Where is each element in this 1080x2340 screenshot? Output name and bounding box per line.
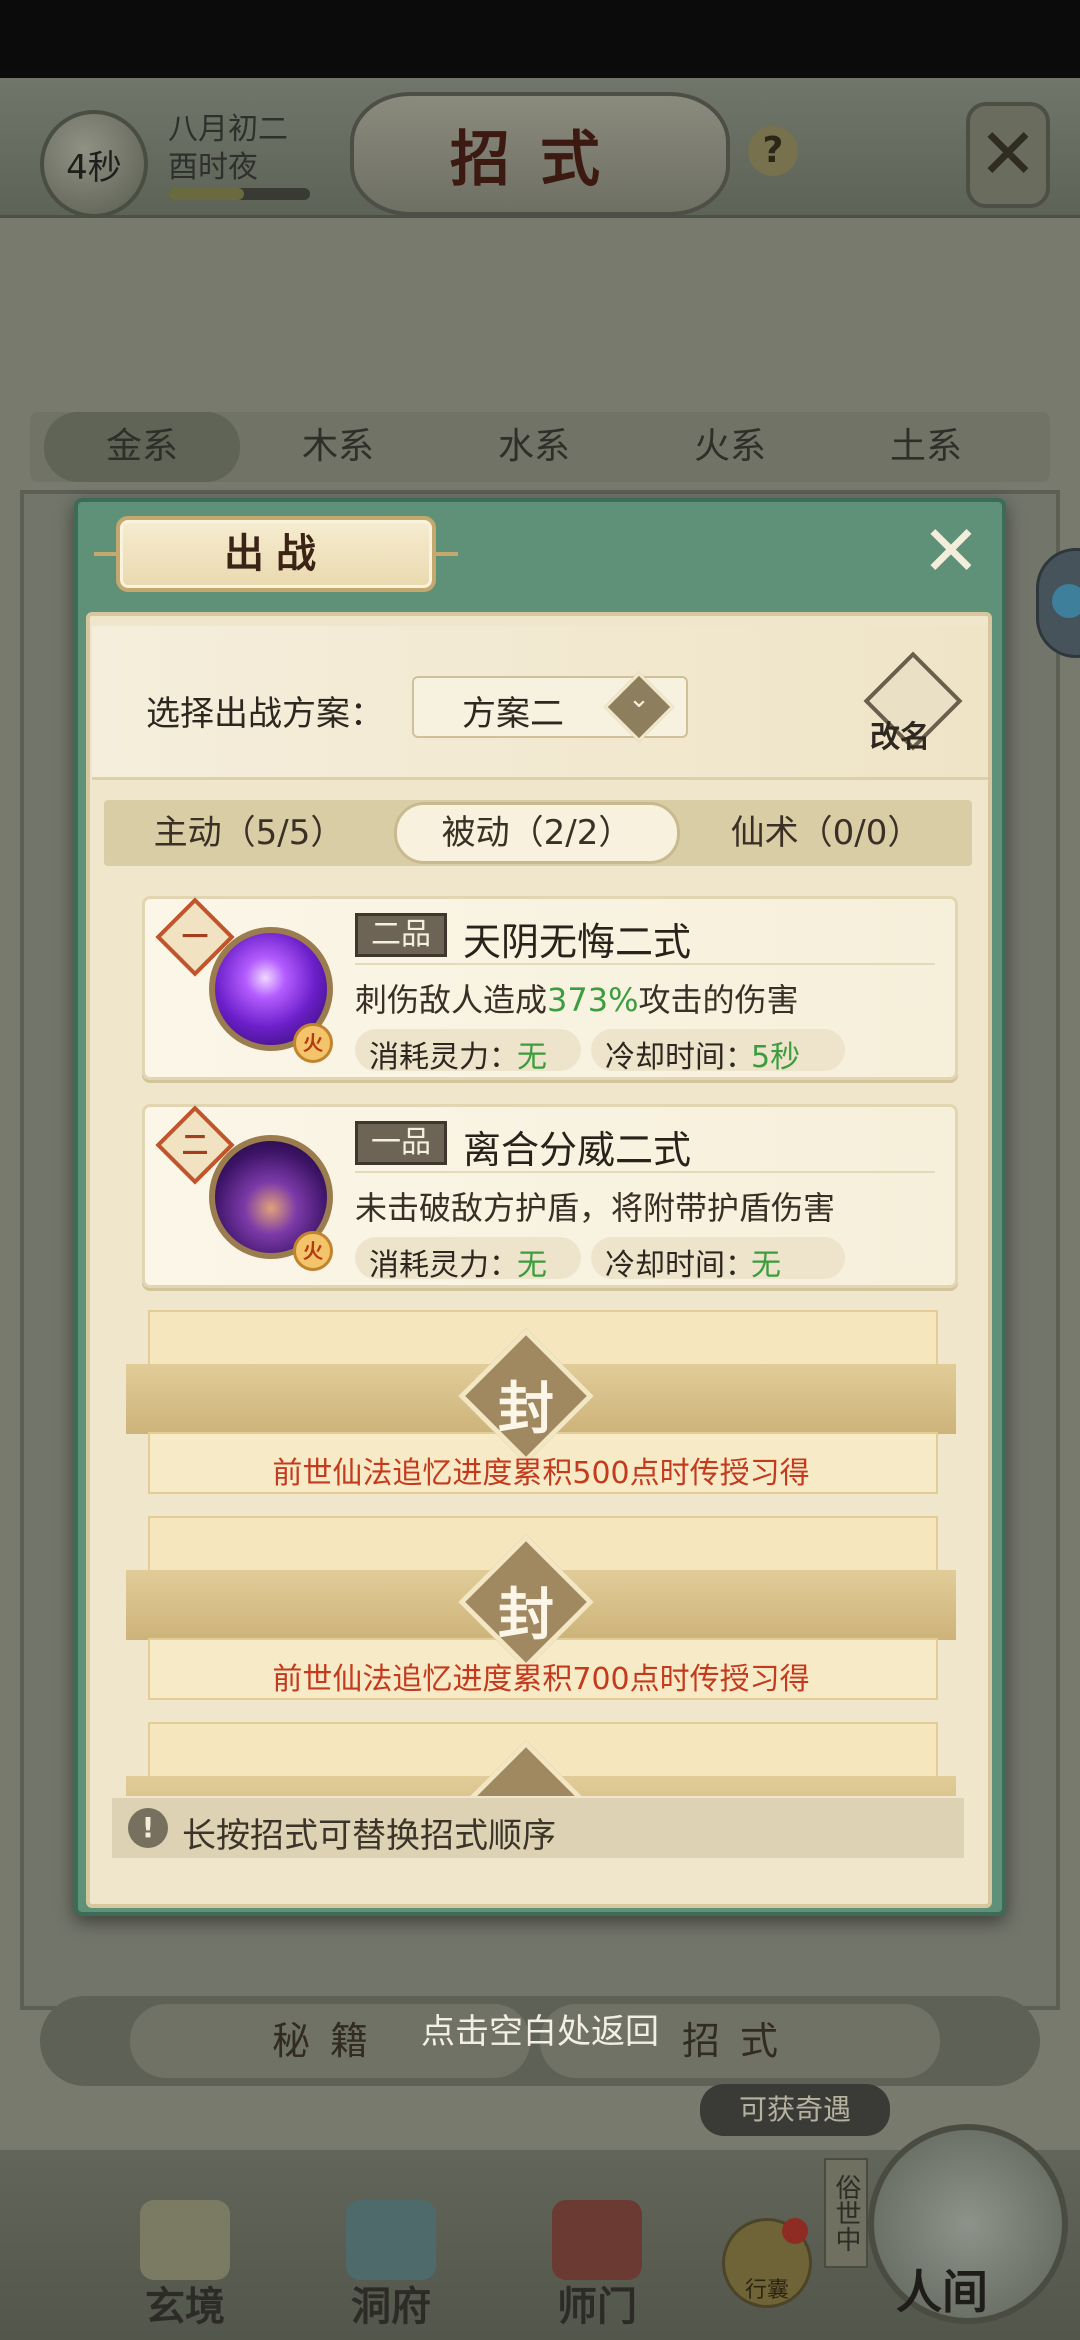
nav-label: 洞府: [351, 2283, 431, 2330]
chevron-down-icon: ⌄: [628, 684, 650, 714]
nav-realm[interactable]: 玄境: [110, 2200, 260, 2330]
bird-icon: [1052, 584, 1080, 618]
banner-icon: [552, 2200, 642, 2280]
tab-passive-skills[interactable]: 被动（2/2）: [394, 800, 680, 866]
desc-highlight: 373%: [547, 981, 639, 1019]
tab-earth[interactable]: 土系: [828, 412, 1024, 482]
nav-label: 师门: [557, 2283, 637, 2330]
cost-label: 消耗灵力：: [369, 1040, 519, 1075]
tab-metal[interactable]: 金系: [44, 412, 240, 482]
skill-name: 天阴无悔二式: [463, 920, 692, 964]
grade-badge: 一品: [355, 1121, 447, 1165]
unlock-condition: 前世仙法追忆进度累积500点时传授习得: [272, 1456, 810, 1491]
desc-text: 攻击的伤害: [638, 981, 799, 1019]
tab-active-skills[interactable]: 主动（5/5）: [104, 800, 394, 866]
tap-to-return-hint: 点击空白处返回: [421, 2012, 659, 2052]
skill-card[interactable]: 一 火 二品 天阴无悔二式 刺伤敌人造成373%攻击的伤害 消耗灵力： 无 冷却…: [142, 896, 958, 1080]
locked-slot: 封 前世仙法追忆进度累积500点时传授习得: [126, 1310, 956, 1496]
unlock-condition: 前世仙法追忆进度累积700点时传授习得: [272, 1662, 810, 1697]
nav-cave[interactable]: 洞府: [316, 2200, 466, 2330]
help-icon[interactable]: ?: [748, 126, 798, 176]
world-status-label: 俗世中: [824, 2158, 868, 2268]
adventure-tag[interactable]: 可获奇遇: [700, 2084, 890, 2136]
tip-text: 长按招式可替换招式顺序: [182, 1816, 556, 1856]
tab-fire[interactable]: 火系: [632, 412, 828, 482]
seal-label: 封: [498, 1582, 554, 1648]
fire-element-icon: 火: [293, 1023, 333, 1063]
cooldown-label: 冷却时间：: [605, 1248, 755, 1283]
plan-label: 选择出战方案：: [146, 694, 384, 734]
skill-slot-list[interactable]: 一 火 二品 天阴无悔二式 刺伤敌人造成373%攻击的伤害 消耗灵力： 无 冷却…: [112, 880, 964, 1796]
desc-text: 未击破敌方护盾，将附带护盾伤害: [355, 1189, 836, 1227]
world-label: 人间: [896, 2265, 988, 2319]
rename-button[interactable]: 改名: [870, 712, 930, 756]
tab-immortal-arts[interactable]: 仙术（0/0）: [680, 800, 972, 866]
nav-sect[interactable]: 师门: [522, 2200, 672, 2330]
slot-rank: 二: [181, 1131, 208, 1161]
cooldown-label: 冷却时间：: [605, 1040, 755, 1075]
cost-label: 消耗灵力：: [369, 1248, 519, 1283]
fire-element-icon: 火: [293, 1231, 333, 1271]
seal-label: 封: [498, 1376, 554, 1442]
notification-dot: [782, 2218, 808, 2244]
nav-label: 玄境: [145, 2283, 225, 2330]
pavilion-icon: [346, 2200, 436, 2280]
divider: [355, 1171, 935, 1173]
dialog-title: 出战: [116, 516, 436, 592]
plan-select-value: 方案二: [462, 694, 564, 734]
skill-description: 未击破敌方护盾，将附带护盾伤害: [355, 1183, 835, 1229]
page-close-button[interactable]: ✕: [966, 102, 1050, 208]
page-title: 招式: [350, 92, 730, 216]
cost-value: 无: [517, 1040, 547, 1075]
info-icon: !: [128, 1808, 168, 1848]
cooldown-value: 5秒: [751, 1040, 801, 1075]
skill-name: 离合分威二式: [463, 1128, 692, 1172]
cost-value: 无: [517, 1248, 547, 1283]
cooldown-value: 无: [751, 1248, 781, 1283]
time-label: 酉时夜: [168, 150, 258, 185]
dialog-close-button[interactable]: ✕: [916, 516, 986, 588]
slot-rank: 一: [181, 923, 208, 953]
skill-card[interactable]: 二 火 一品 离合分威二式 未击破敌方护盾，将附带护盾伤害 消耗灵力： 无 冷却…: [142, 1104, 958, 1288]
grade-badge: 二品: [355, 913, 447, 957]
day-progress-fill: [168, 188, 244, 200]
tab-wood[interactable]: 木系: [240, 412, 436, 482]
skill-description: 刺伤敌人造成373%攻击的伤害: [355, 975, 799, 1021]
locked-slot: 封 前世仙法追忆进度累积700点时传授习得: [126, 1516, 956, 1702]
divider: [355, 963, 935, 965]
timer-badge: 4秒: [40, 110, 148, 218]
locked-slot-partial: [126, 1722, 956, 1796]
tab-water[interactable]: 水系: [436, 412, 632, 482]
scroll-icon: [140, 2200, 230, 2280]
desc-text: 刺伤敌人造成: [355, 981, 548, 1019]
